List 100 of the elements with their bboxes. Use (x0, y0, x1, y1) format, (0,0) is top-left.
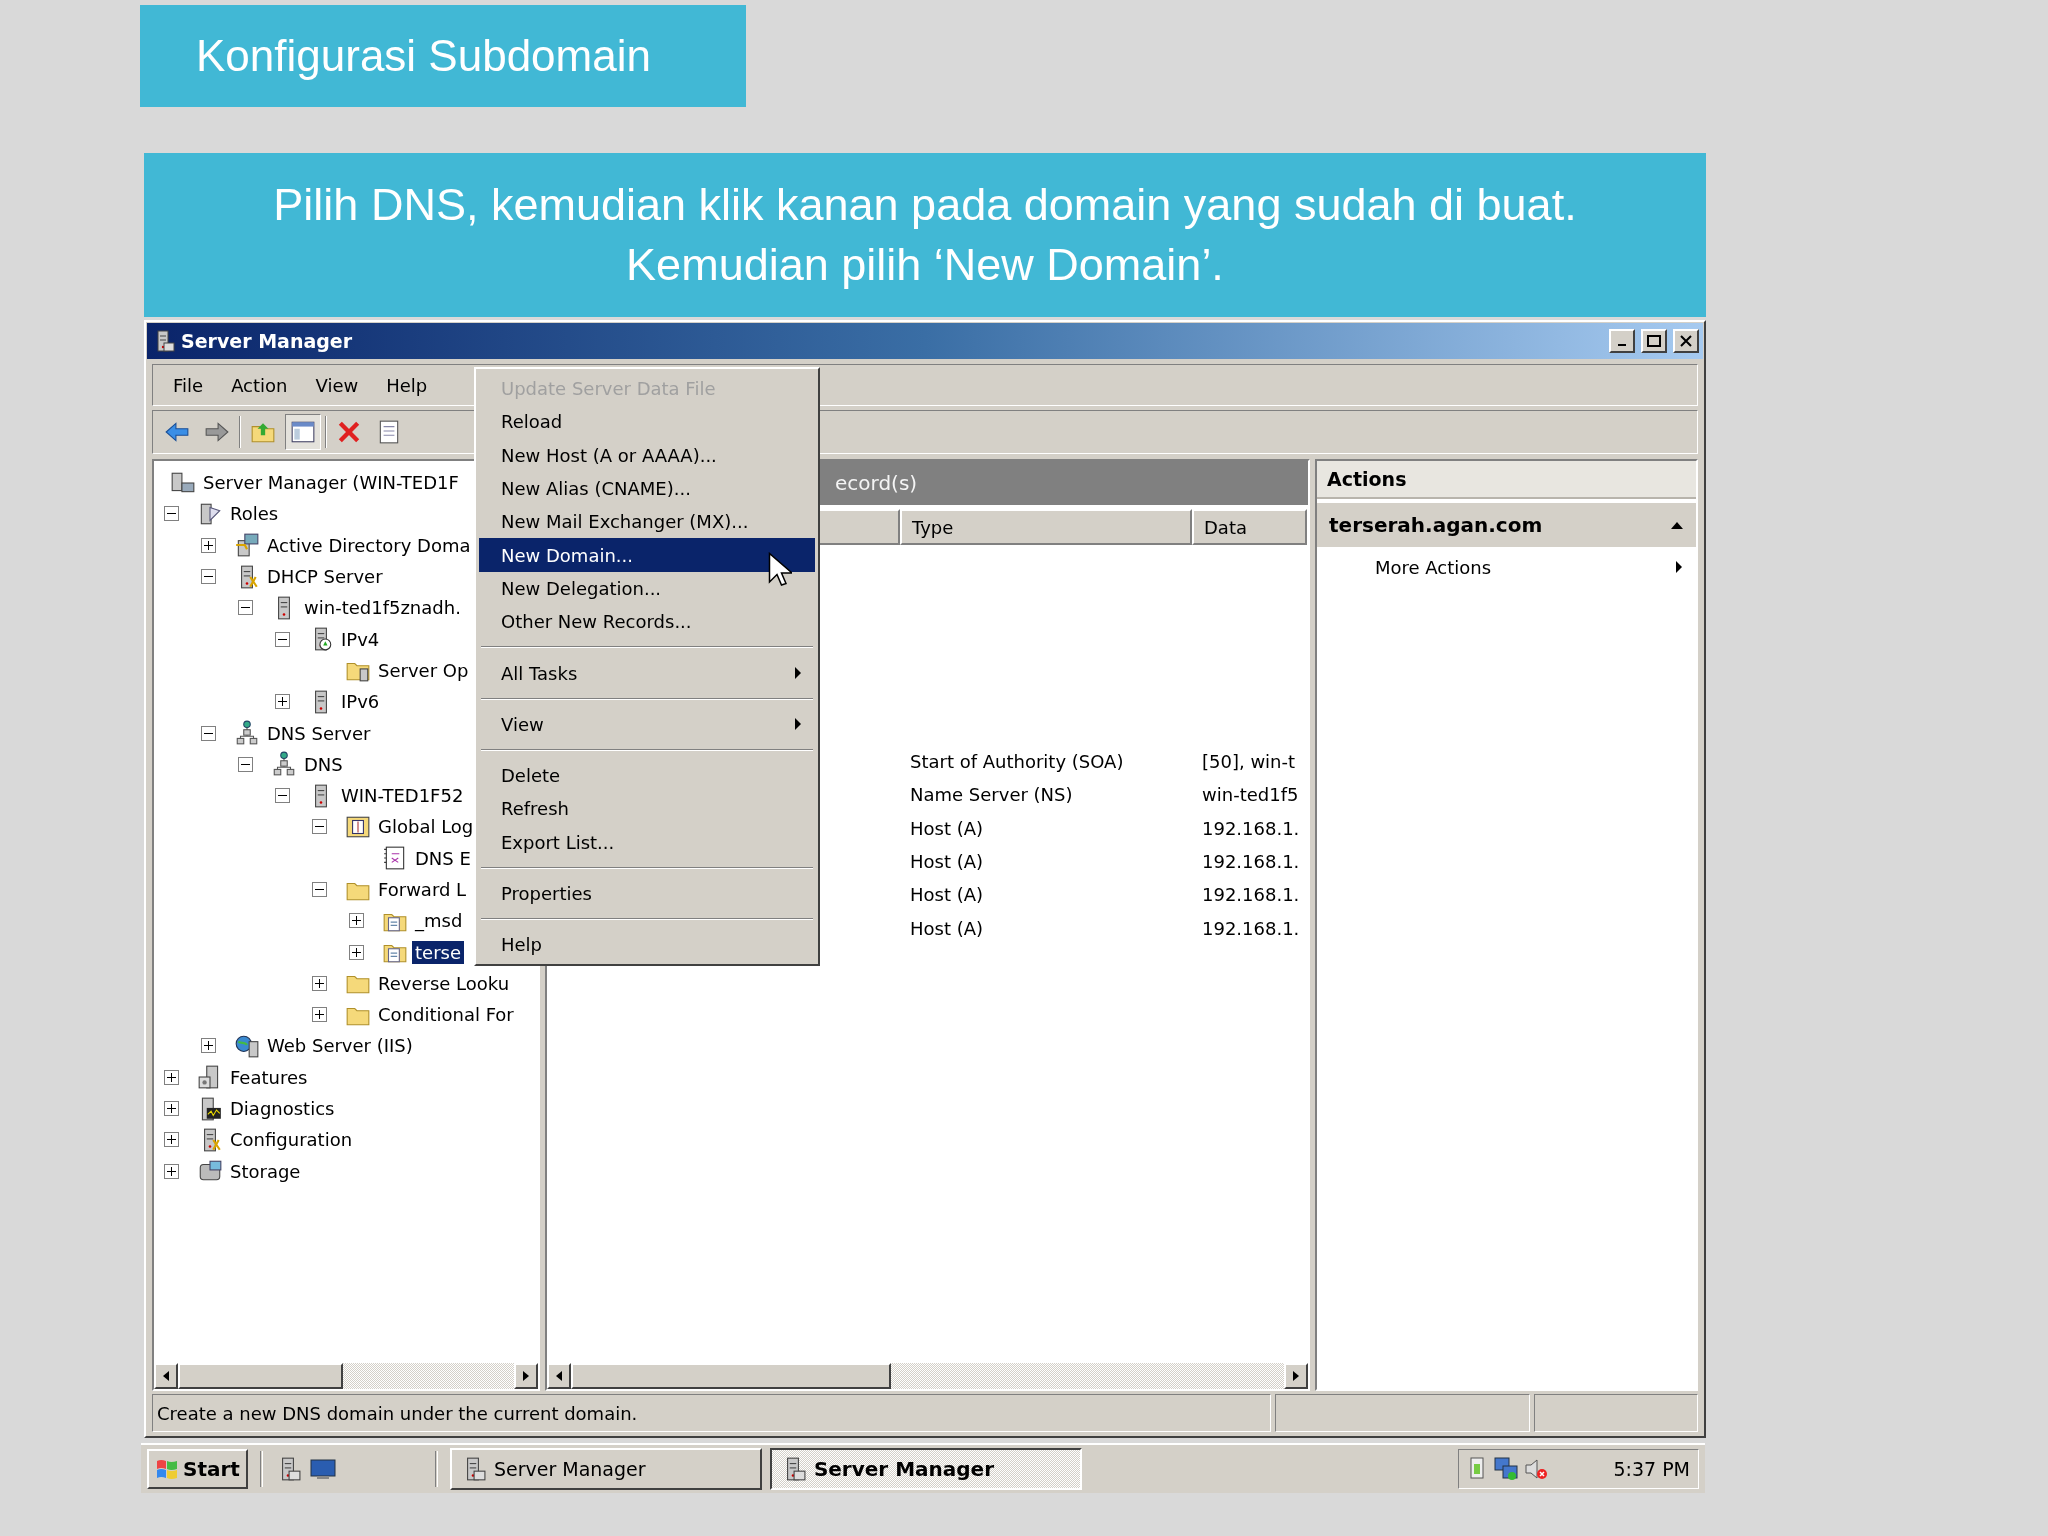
table-cell-text: 192.168.1. (1201, 917, 1301, 939)
collapse-icon[interactable] (201, 569, 216, 585)
menu-item[interactable]: Reload (479, 405, 815, 439)
action-link[interactable]: More Actions (1317, 547, 1696, 587)
network-icon (271, 751, 297, 778)
minimize-button[interactable] (1609, 329, 1635, 353)
expand-icon[interactable] (349, 944, 364, 960)
network-icon[interactable] (1493, 1456, 1519, 1482)
tree-item[interactable]: Roles (227, 502, 282, 526)
tree-item[interactable]: DNS E (412, 846, 474, 870)
collapse-icon[interactable] (238, 600, 253, 616)
collapse-icon (1670, 520, 1684, 530)
tree-item[interactable]: win-ted1f5znadh. (301, 596, 464, 620)
table-cell-text: [50], win-t (1201, 751, 1297, 773)
tree-item[interactable]: Web Server (IIS) (264, 1034, 416, 1058)
globe-server-icon (234, 1033, 260, 1059)
window-title: Server Manager (181, 330, 354, 352)
start-button[interactable]: Start (147, 1449, 248, 1489)
directory-icon (234, 532, 260, 559)
scroll-left-icon (161, 1370, 171, 1382)
collapse-icon[interactable] (312, 882, 327, 897)
collapse-icon[interactable] (275, 631, 290, 647)
menu-item[interactable]: View (303, 370, 371, 400)
horizontal-scrollbar[interactable] (547, 1363, 1308, 1389)
expand-icon[interactable] (164, 1132, 179, 1148)
collapse-icon[interactable] (164, 506, 179, 522)
tree-item[interactable]: IPv4 (338, 627, 383, 651)
expand-icon[interactable] (312, 975, 327, 991)
maximize-icon (1647, 335, 1661, 347)
collapse-icon[interactable] (201, 725, 216, 741)
horizontal-scrollbar[interactable] (154, 1363, 538, 1389)
expand-icon[interactable] (164, 1069, 179, 1085)
menu-item[interactable]: Help (374, 370, 440, 400)
tree-item[interactable]: Active Directory Doma (264, 533, 474, 557)
tree-item[interactable]: Configuration (227, 1128, 356, 1152)
tree-item[interactable]: Server Op (375, 658, 472, 682)
scroll-left-icon (554, 1370, 564, 1382)
tree-item[interactable]: terse (412, 940, 464, 964)
tree-item[interactable]: Global Log (375, 815, 477, 839)
instruction-text: Kemudian pilih ‘New Domain’. (626, 239, 1224, 291)
scroll-right-icon (1291, 1370, 1301, 1382)
taskbar-button[interactable]: Server Manager (769, 1448, 1082, 1490)
actions-section[interactable]: terserah.agan.com (1317, 503, 1696, 547)
table-cell-text: 192.168.1. (1201, 884, 1301, 906)
tree-item[interactable]: Server Manager (WIN-TED1F (200, 471, 462, 495)
column-header[interactable]: Type (900, 509, 1192, 545)
table-cell-text: 192.168.1. (1201, 817, 1301, 839)
expand-icon[interactable] (164, 1101, 179, 1117)
tree-item[interactable]: DHCP Server (264, 565, 386, 589)
menu-item[interactable]: Refresh (479, 792, 815, 826)
mouse-cursor-icon (768, 552, 792, 588)
tree-item[interactable]: Storage (227, 1159, 304, 1183)
instruction-text: Pilih DNS, kemudian klik kanan pada domain yang sudah di buat. (273, 179, 1577, 231)
expand-icon[interactable] (201, 1038, 216, 1054)
table-cell-text: 192.168.1. (1201, 851, 1301, 873)
tree-item[interactable]: Forward L (375, 878, 470, 901)
menu-item[interactable]: Export List... (479, 825, 815, 859)
close-button[interactable] (1673, 329, 1699, 353)
tree-item[interactable]: Diagnostics (227, 1097, 338, 1121)
expand-icon[interactable] (201, 537, 216, 553)
actions-header: Actions (1317, 461, 1696, 499)
tree-pane-icon[interactable] (285, 414, 321, 450)
expand-icon[interactable] (349, 913, 364, 929)
table-cell-text: Host (A) (909, 817, 985, 839)
tree-item[interactable]: IPv6 (338, 690, 383, 714)
menu-item[interactable]: Delete (479, 758, 815, 793)
tree-item[interactable]: _msd (412, 909, 466, 933)
menu-item[interactable]: Help (479, 928, 815, 962)
maximize-button[interactable] (1641, 329, 1667, 353)
menu-item[interactable]: File (161, 370, 216, 400)
tree-item[interactable]: Reverse Looku (375, 971, 513, 995)
taskbar-button[interactable]: Server Manager (449, 1448, 762, 1490)
collapse-icon[interactable] (238, 756, 253, 772)
menu-item[interactable]: Action (219, 370, 300, 400)
network-icon (234, 720, 260, 746)
expand-icon[interactable] (164, 1163, 179, 1179)
table-cell-text: win-ted1f5 (1201, 784, 1300, 806)
close-icon (1680, 335, 1692, 347)
desktop-icon[interactable] (308, 1457, 337, 1481)
minimize-icon (1618, 344, 1626, 346)
flag-icon (155, 1458, 179, 1480)
collapse-icon[interactable] (275, 788, 290, 804)
column-header[interactable]: Data (1192, 509, 1307, 545)
expand-icon[interactable] (312, 1007, 327, 1023)
menu-item[interactable]: New Mail Exchanger (MX)... (479, 505, 815, 539)
tree-item[interactable]: Features (227, 1065, 311, 1089)
expand-icon[interactable] (275, 694, 290, 710)
menu-item[interactable]: View (479, 707, 815, 741)
menu-item[interactable]: All Tasks (479, 656, 815, 690)
speaker-muted-icon[interactable] (1523, 1456, 1549, 1482)
tree-item[interactable]: DNS (301, 752, 346, 776)
tree-item[interactable]: Conditional For (375, 1003, 517, 1027)
menu-item[interactable]: Properties (479, 876, 815, 911)
menu-item[interactable]: Other New Records... (479, 605, 815, 639)
tree-item[interactable]: WIN-TED1F52 (338, 784, 467, 808)
menu-item[interactable]: New Domain... (479, 538, 815, 572)
status-text: Create a new DNS domain under the current domain. (152, 1394, 1271, 1432)
collapse-icon[interactable] (312, 819, 327, 835)
tree-item[interactable]: DNS Server (264, 721, 374, 745)
menu-item[interactable]: New Delegation... (479, 571, 815, 606)
